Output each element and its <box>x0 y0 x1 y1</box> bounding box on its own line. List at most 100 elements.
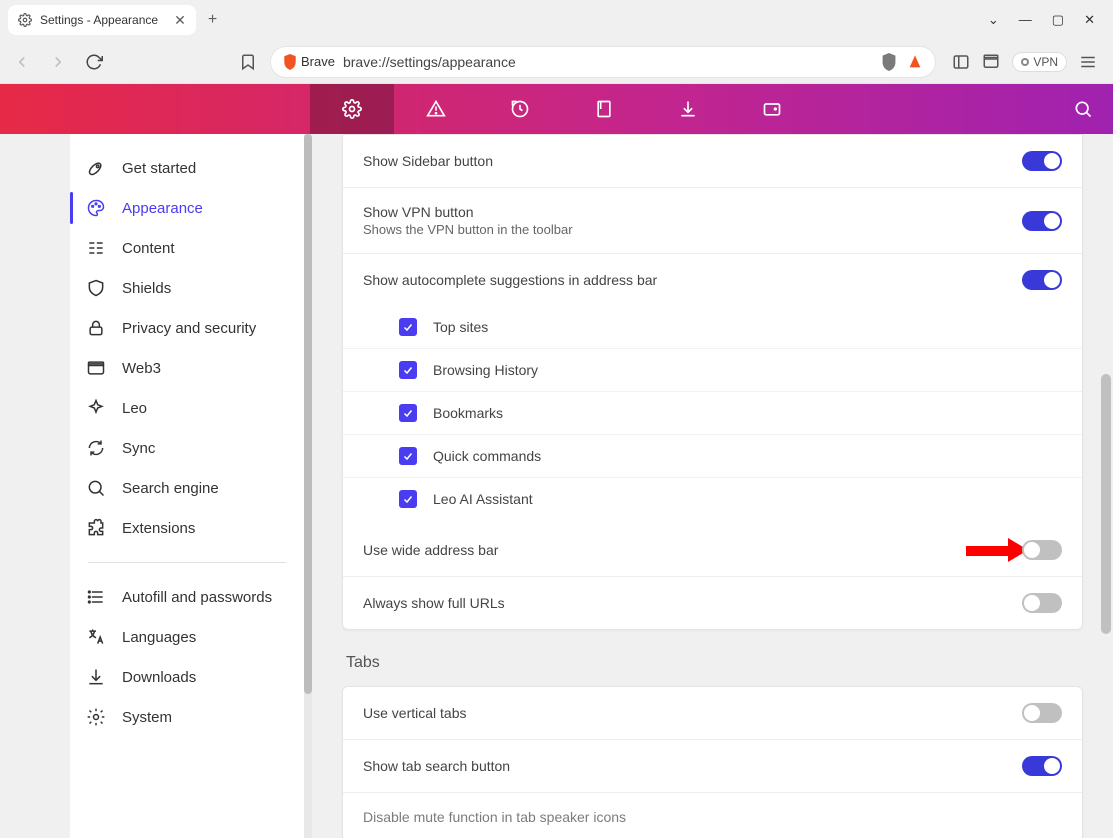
autocomplete-option-browsing-history[interactable]: Browsing History <box>343 349 1082 392</box>
translate-icon <box>86 627 106 647</box>
maximize-button[interactable]: ▢ <box>1052 12 1064 28</box>
sidebar-item-sync[interactable]: Sync <box>70 428 304 468</box>
shield-icon <box>86 278 106 298</box>
header-settings-icon[interactable] <box>310 84 394 134</box>
sidebar-item-label: Get started <box>122 160 196 177</box>
checkbox-icon[interactable] <box>399 490 417 508</box>
wallet-icon[interactable] <box>982 53 1000 71</box>
setting-show-vpn-button: Show VPN button Shows the VPN button in … <box>343 188 1082 254</box>
rocket-icon <box>86 158 106 178</box>
sidebar-item-downloads[interactable]: Downloads <box>70 657 304 697</box>
sync-icon <box>86 438 106 458</box>
sidebar-item-leo[interactable]: Leo <box>70 388 304 428</box>
minimize-button[interactable]: — <box>1019 12 1032 28</box>
autocomplete-option-quick-commands[interactable]: Quick commands <box>343 435 1082 478</box>
lock-icon <box>86 318 106 338</box>
toggle-autocomplete[interactable] <box>1022 270 1062 290</box>
sidebar-item-label: Languages <box>122 629 196 646</box>
palette-icon <box>86 198 106 218</box>
forward-button[interactable] <box>44 48 72 76</box>
setting-vertical-tabs: Use vertical tabs <box>343 687 1082 740</box>
content-icon <box>86 238 106 258</box>
setting-always-show-full-urls: Always show full URLs <box>343 577 1082 629</box>
search-icon <box>86 478 106 498</box>
sidebar-item-label: Downloads <box>122 669 196 686</box>
toggle-tab-search[interactable] <box>1022 756 1062 776</box>
setting-wide-address-bar: Use wide address bar <box>343 524 1082 577</box>
header-search-icon[interactable] <box>1073 99 1093 119</box>
autocomplete-option-leo-ai[interactable]: Leo AI Assistant <box>343 478 1082 520</box>
autocomplete-option-bookmarks[interactable]: Bookmarks <box>343 392 1082 435</box>
sidebar-item-search-engine[interactable]: Search engine <box>70 468 304 508</box>
wallet-icon <box>86 358 106 378</box>
sidebar-item-label: Content <box>122 240 175 257</box>
header-downloads-icon[interactable] <box>646 84 730 134</box>
sidebar-item-label: Extensions <box>122 520 195 537</box>
header-wallet-icon[interactable] <box>730 84 814 134</box>
chevron-down-icon[interactable]: ⌄ <box>988 12 999 28</box>
vpn-button[interactable]: VPN <box>1012 52 1067 72</box>
sidebar-item-autofill[interactable]: Autofill and passwords <box>70 577 304 617</box>
sidebar-item-label: Leo <box>122 400 147 417</box>
sidebar-item-extensions[interactable]: Extensions <box>70 508 304 548</box>
hamburger-menu-icon[interactable] <box>1079 53 1097 71</box>
setting-show-sidebar-button: Show Sidebar button <box>343 135 1082 188</box>
sidebar-item-content[interactable]: Content <box>70 228 304 268</box>
sidebar-item-shields[interactable]: Shields <box>70 268 304 308</box>
sidebar-panel-icon[interactable] <box>952 53 970 71</box>
content-scrollbar[interactable] <box>1099 134 1113 838</box>
annotation-arrow <box>966 540 1026 560</box>
toggle-show-vpn[interactable] <box>1022 211 1062 231</box>
sidebar-item-label: Privacy and security <box>122 320 256 337</box>
checkbox-icon[interactable] <box>399 361 417 379</box>
sidebar-item-system[interactable]: System <box>70 697 304 737</box>
sidebar-item-web3[interactable]: Web3 <box>70 348 304 388</box>
url-text: brave://settings/appearance <box>343 54 516 70</box>
tab-title: Settings - Appearance <box>40 13 158 27</box>
checkbox-icon[interactable] <box>399 404 417 422</box>
window-close-button[interactable]: ✕ <box>1084 12 1095 28</box>
sidebar-item-label: Web3 <box>122 360 161 377</box>
toggle-full-urls[interactable] <box>1022 593 1062 613</box>
brave-shield-icon: Brave <box>283 54 335 70</box>
sparkle-icon <box>86 398 106 418</box>
download-icon <box>86 667 106 687</box>
settings-sidebar: Get started Appearance Content Shields P… <box>70 134 304 838</box>
setting-autocomplete: Show autocomplete suggestions in address… <box>343 254 1082 306</box>
toggle-show-sidebar[interactable] <box>1022 151 1062 171</box>
sidebar-item-languages[interactable]: Languages <box>70 617 304 657</box>
section-title-tabs: Tabs <box>346 654 1083 672</box>
bookmark-icon[interactable] <box>234 48 262 76</box>
header-history-icon[interactable] <box>478 84 562 134</box>
sidebar-item-label: Sync <box>122 440 155 457</box>
sidebar-divider <box>88 562 286 563</box>
titlebar: Settings - Appearance ✕ + ⌄ — ▢ ✕ <box>0 0 1113 40</box>
sidebar-item-label: System <box>122 709 172 726</box>
sidebar-item-get-started[interactable]: Get started <box>70 148 304 188</box>
checkbox-icon[interactable] <box>399 318 417 336</box>
brave-logo-icon[interactable] <box>907 53 923 71</box>
list-icon <box>86 587 106 607</box>
sidebar-scrollbar[interactable] <box>304 134 312 838</box>
header-warning-icon[interactable] <box>394 84 478 134</box>
tab-close-icon[interactable]: ✕ <box>174 12 186 29</box>
browser-tab[interactable]: Settings - Appearance ✕ <box>8 5 196 35</box>
autocomplete-option-top-sites[interactable]: Top sites <box>343 306 1082 349</box>
toggle-wide-address-bar[interactable] <box>1022 540 1062 560</box>
sidebar-item-label: Search engine <box>122 480 219 497</box>
sidebar-item-privacy[interactable]: Privacy and security <box>70 308 304 348</box>
sidebar-item-label: Autofill and passwords <box>122 589 272 606</box>
settings-header <box>0 84 1113 134</box>
back-button[interactable] <box>8 48 36 76</box>
new-tab-button[interactable]: + <box>208 11 217 29</box>
reload-button[interactable] <box>80 48 108 76</box>
header-bookmarks-icon[interactable] <box>562 84 646 134</box>
address-bar[interactable]: Brave brave://settings/appearance <box>270 46 936 78</box>
gear-icon <box>18 13 32 27</box>
toggle-vertical-tabs[interactable] <box>1022 703 1062 723</box>
sidebar-item-label: Shields <box>122 280 171 297</box>
brave-shield-lion-icon[interactable] <box>881 53 897 71</box>
sidebar-item-appearance[interactable]: Appearance <box>70 188 304 228</box>
sidebar-item-label: Appearance <box>122 200 203 217</box>
checkbox-icon[interactable] <box>399 447 417 465</box>
